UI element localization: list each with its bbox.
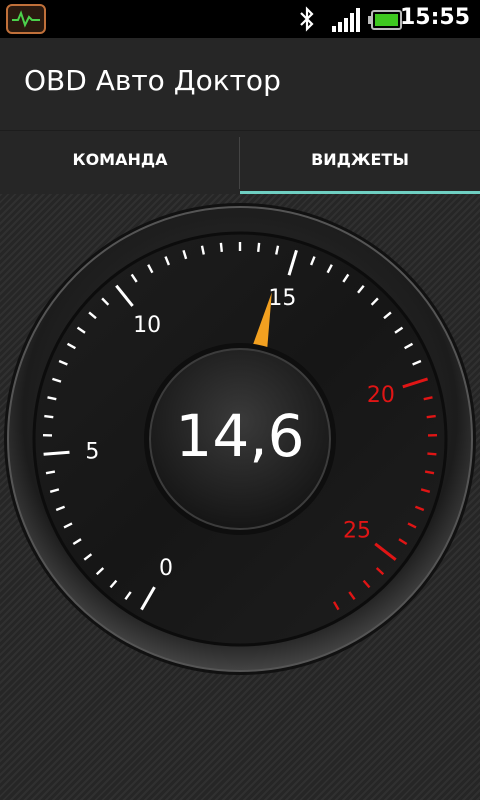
gauge-label-0: 0 — [159, 556, 173, 581]
bluetooth-icon — [300, 6, 314, 32]
gauge-label-10: 10 — [133, 313, 161, 338]
tab-commands[interactable]: КОМАНДА — [0, 131, 240, 195]
gauge-minor-tick — [427, 452, 437, 456]
gauge-minor-tick — [45, 470, 56, 475]
gauge-minor-tick — [44, 414, 54, 419]
action-bar: OBD Авто Доктор — [0, 38, 480, 130]
status-clock: 15:55 — [399, 5, 470, 30]
obd-app-icon — [6, 4, 46, 34]
gauge-minor-tick — [424, 470, 435, 475]
widgets-panel: 0 5 10 15 20 25 14,6 — [0, 194, 480, 800]
signal-icon — [332, 8, 360, 32]
app-title: OBD Авто Доктор — [24, 64, 281, 97]
gauge-widget[interactable]: 0 5 10 15 20 25 14,6 — [0, 194, 480, 800]
gauge-minor-tick — [219, 242, 223, 253]
gauge-minor-tick — [426, 414, 436, 419]
gauge-label-5: 5 — [85, 440, 99, 465]
tab-bar: КОМАНДА ВИДЖЕТЫ — [0, 130, 480, 195]
gauge-value-readout: 14,6 — [175, 402, 304, 470]
gauge-label-20: 20 — [367, 383, 395, 408]
tab-widgets[interactable]: ВИДЖЕТЫ — [240, 131, 480, 195]
tab-label: КОМАНДА — [72, 150, 168, 169]
gauge-label-15: 15 — [268, 286, 296, 311]
gauge-label-25: 25 — [343, 519, 371, 544]
status-bar: 15:55 — [0, 0, 480, 38]
gauge-major-tick — [43, 450, 70, 456]
tab-label: ВИДЖЕТЫ — [311, 150, 409, 169]
battery-icon — [368, 10, 402, 30]
gauge-minor-tick — [257, 242, 261, 253]
